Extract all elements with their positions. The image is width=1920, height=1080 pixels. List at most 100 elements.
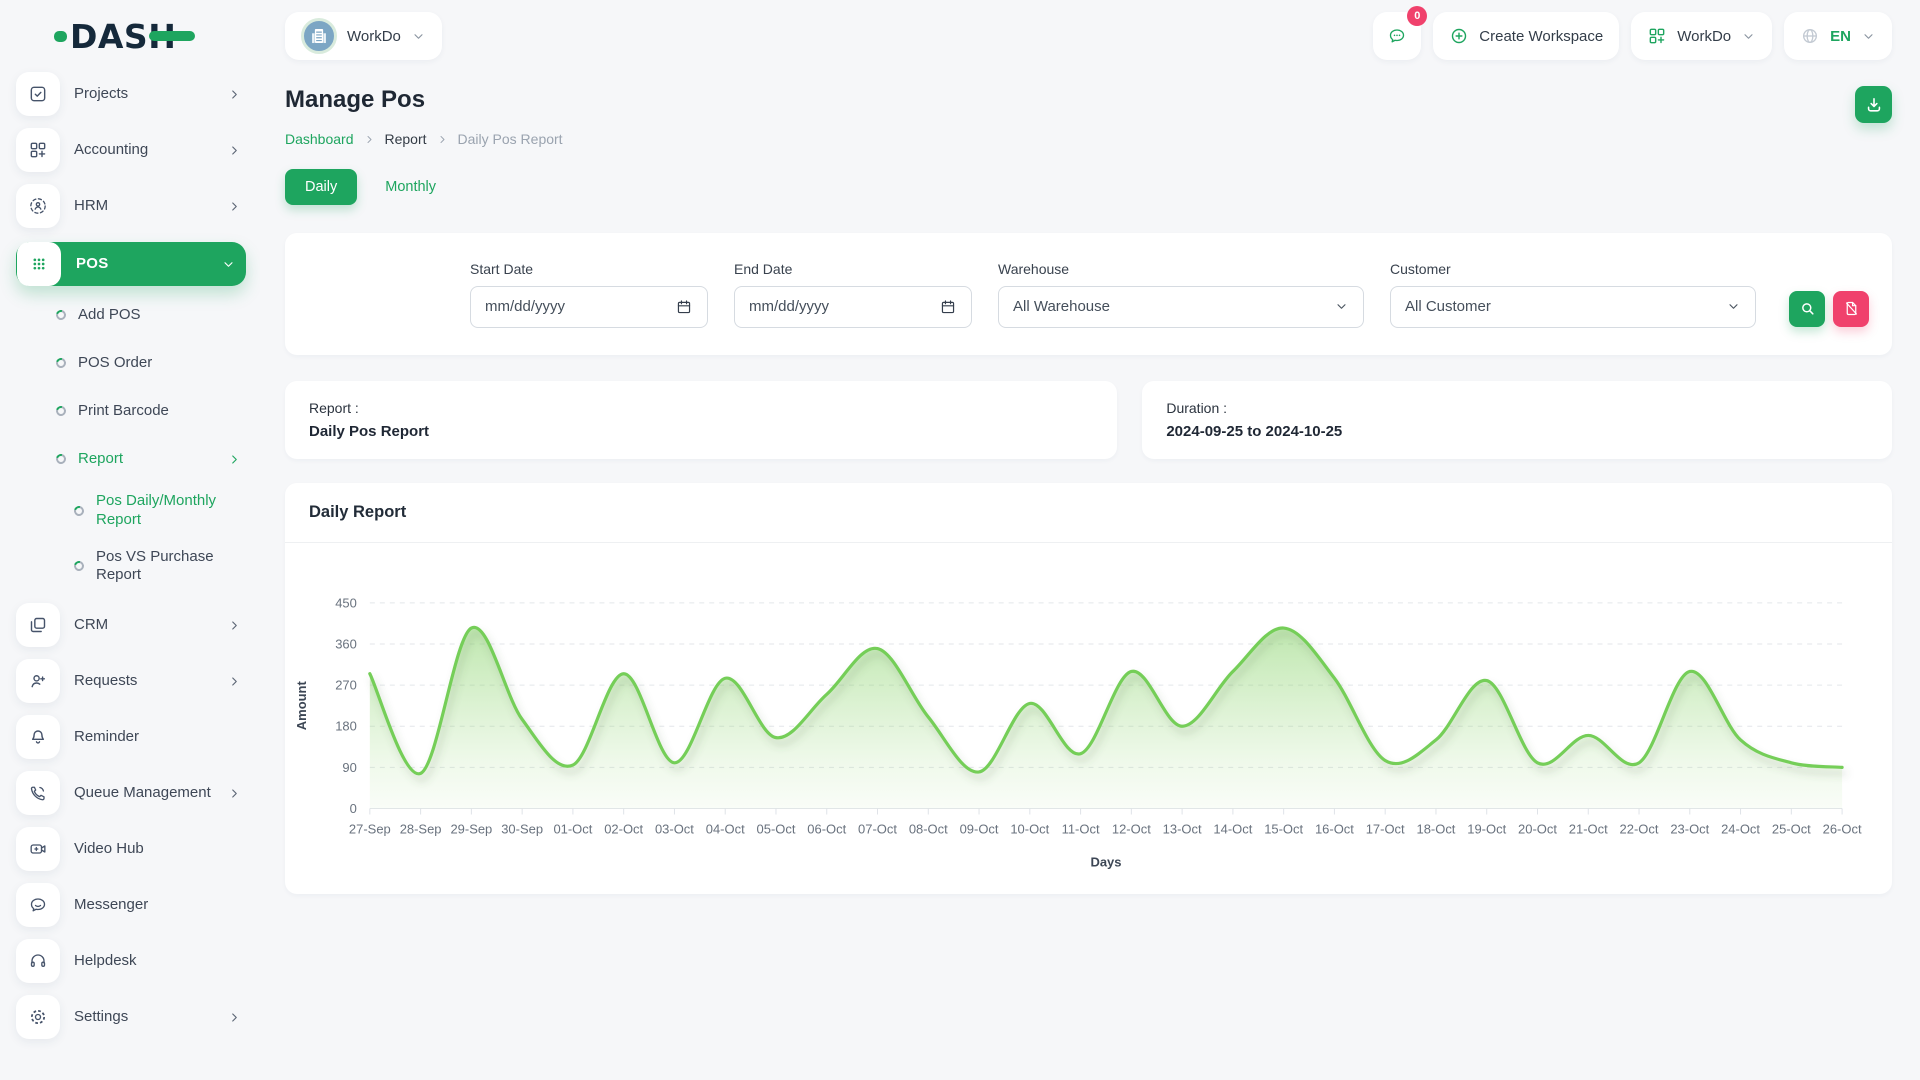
svg-text:16-Oct: 16-Oct [1315, 821, 1354, 836]
logo-accent-bar [149, 31, 195, 41]
sidebar-item-label: Accounting [74, 141, 227, 160]
svg-text:Amount: Amount [294, 681, 309, 731]
report-label: Report : [309, 400, 1093, 416]
download-button[interactable] [1855, 86, 1892, 123]
grid-plus-icon [1647, 26, 1667, 46]
end-date-field [734, 286, 972, 328]
tab-monthly[interactable]: Monthly [371, 169, 450, 205]
sidebar-item-requests[interactable]: Requests [16, 659, 246, 703]
download-icon [1864, 95, 1884, 115]
sidebar-item-helpdesk[interactable]: Helpdesk [16, 939, 246, 983]
svg-text:11-Oct: 11-Oct [1062, 821, 1100, 836]
video-icon [16, 827, 60, 871]
bullet-icon [54, 308, 68, 322]
language-selector[interactable]: EN [1784, 12, 1892, 60]
dots-grid-icon [17, 242, 61, 286]
chevron-right-icon [227, 452, 242, 467]
breadcrumb-dashboard[interactable]: Dashboard [285, 131, 354, 147]
end-date-input[interactable] [749, 298, 909, 315]
warehouse-label: Warehouse [998, 261, 1364, 277]
sidebar-item-settings[interactable]: Settings [16, 995, 246, 1039]
sidebar-subitem-pos-vs-purchase-report[interactable]: Pos VS Purchase Report [74, 548, 246, 586]
calendar-icon[interactable] [939, 298, 957, 316]
customer-select[interactable]: All Customer [1390, 286, 1756, 328]
summary-row: Report : Daily Pos Report Duration : 202… [285, 381, 1892, 459]
warehouse-select[interactable]: All Warehouse [998, 286, 1364, 328]
bullet-icon [72, 559, 86, 573]
plus-circle-icon [1449, 26, 1469, 46]
sidebar-item-accounting[interactable]: Accounting [16, 128, 246, 172]
svg-text:15-Oct: 15-Oct [1264, 821, 1303, 836]
reset-filter-button[interactable] [1833, 291, 1869, 327]
calendar-icon[interactable] [675, 298, 693, 316]
top-header: WorkDo 0 Create Workspace WorkDo [285, 0, 1892, 72]
create-workspace-label: Create Workspace [1479, 28, 1603, 45]
chart-title: Daily Report [309, 503, 1868, 522]
chevron-down-icon [1334, 299, 1349, 314]
sidebar: DASH Projects Accounting HRM POS [0, 0, 260, 1080]
sidebar-subitem-print-barcode[interactable]: Print Barcode [56, 396, 246, 426]
start-date-label: Start Date [470, 261, 708, 277]
bullet-icon [54, 404, 68, 418]
page-title: Manage Pos [285, 86, 425, 114]
scan-user-icon [16, 184, 60, 228]
search-button[interactable] [1789, 291, 1825, 327]
chevron-down-icon [221, 257, 236, 272]
sidebar-item-label: Projects [74, 85, 227, 104]
create-workspace-button[interactable]: Create Workspace [1433, 12, 1619, 60]
bullet-icon [72, 504, 86, 518]
sidebar-item-label: CRM [74, 616, 227, 635]
sidebar-item-projects[interactable]: Projects [16, 72, 246, 116]
chat-dots-icon [1387, 26, 1407, 46]
sidebar-item-crm[interactable]: CRM [16, 603, 246, 647]
sidebar-item-video-hub[interactable]: Video Hub [16, 827, 246, 871]
svg-text:24-Oct: 24-Oct [1721, 821, 1760, 836]
chevron-right-icon [227, 87, 242, 102]
svg-text:14-Oct: 14-Oct [1213, 821, 1252, 836]
user-plus-icon [16, 659, 60, 703]
workspace-selector[interactable]: WorkDo [285, 12, 442, 60]
sidebar-nav: Projects Accounting HRM POS Add POS [14, 72, 250, 1051]
sidebar-subitem-pos-daily-monthly-report[interactable]: Pos Daily/Monthly Report [74, 492, 246, 530]
sidebar-item-pos-active[interactable]: POS [16, 242, 246, 286]
sidebar-item-messenger[interactable]: Messenger [16, 883, 246, 927]
svg-text:19-Oct: 19-Oct [1467, 821, 1506, 836]
svg-text:27-Sep: 27-Sep [349, 821, 391, 836]
sidebar-item-label: Requests [74, 672, 227, 691]
sidebar-item-hrm[interactable]: HRM [16, 184, 246, 228]
customer-selected-value: All Customer [1405, 298, 1491, 315]
brand-logo[interactable]: DASH [14, 0, 250, 72]
sidebar-subitem-label: POS Order [78, 354, 228, 373]
start-date-input[interactable] [485, 298, 645, 315]
tab-daily[interactable]: Daily [285, 169, 357, 205]
warehouse-selected-value: All Warehouse [1013, 298, 1110, 315]
sidebar-item-reminder[interactable]: Reminder [16, 715, 246, 759]
chevron-right-icon [227, 786, 242, 801]
messages-button[interactable]: 0 [1373, 12, 1421, 60]
svg-text:28-Sep: 28-Sep [400, 821, 442, 836]
svg-text:90: 90 [342, 760, 356, 775]
bullet-icon [54, 356, 68, 370]
svg-text:360: 360 [335, 637, 357, 652]
sidebar-item-queue-management[interactable]: Queue Management [16, 771, 246, 815]
language-label: EN [1830, 28, 1851, 45]
sidebar-subitem-report[interactable]: Report [56, 444, 246, 474]
breadcrumb-report[interactable]: Report [385, 131, 427, 147]
app-switcher-button[interactable]: WorkDo [1631, 12, 1772, 60]
svg-text:Days: Days [1090, 854, 1121, 869]
warehouse-group: Warehouse All Warehouse [998, 261, 1364, 328]
sidebar-subitem-add-pos[interactable]: Add POS [56, 300, 246, 330]
report-summary-card: Report : Daily Pos Report [285, 381, 1117, 459]
sidebar-subitem-pos-order[interactable]: POS Order [56, 348, 246, 378]
page-title-row: Manage Pos [285, 86, 1892, 123]
chevron-right-icon [363, 133, 376, 146]
chevron-down-icon [411, 29, 426, 44]
grid-plus-icon [16, 128, 60, 172]
sidebar-item-label: Settings [74, 1008, 227, 1027]
svg-text:18-Oct: 18-Oct [1416, 821, 1455, 836]
svg-text:21-Oct: 21-Oct [1569, 821, 1608, 836]
app-root: DASH Projects Accounting HRM POS [0, 0, 1920, 1080]
main-content: WorkDo 0 Create Workspace WorkDo [260, 0, 1920, 1080]
chart-header: Daily Report [285, 483, 1892, 543]
svg-text:180: 180 [335, 719, 357, 734]
